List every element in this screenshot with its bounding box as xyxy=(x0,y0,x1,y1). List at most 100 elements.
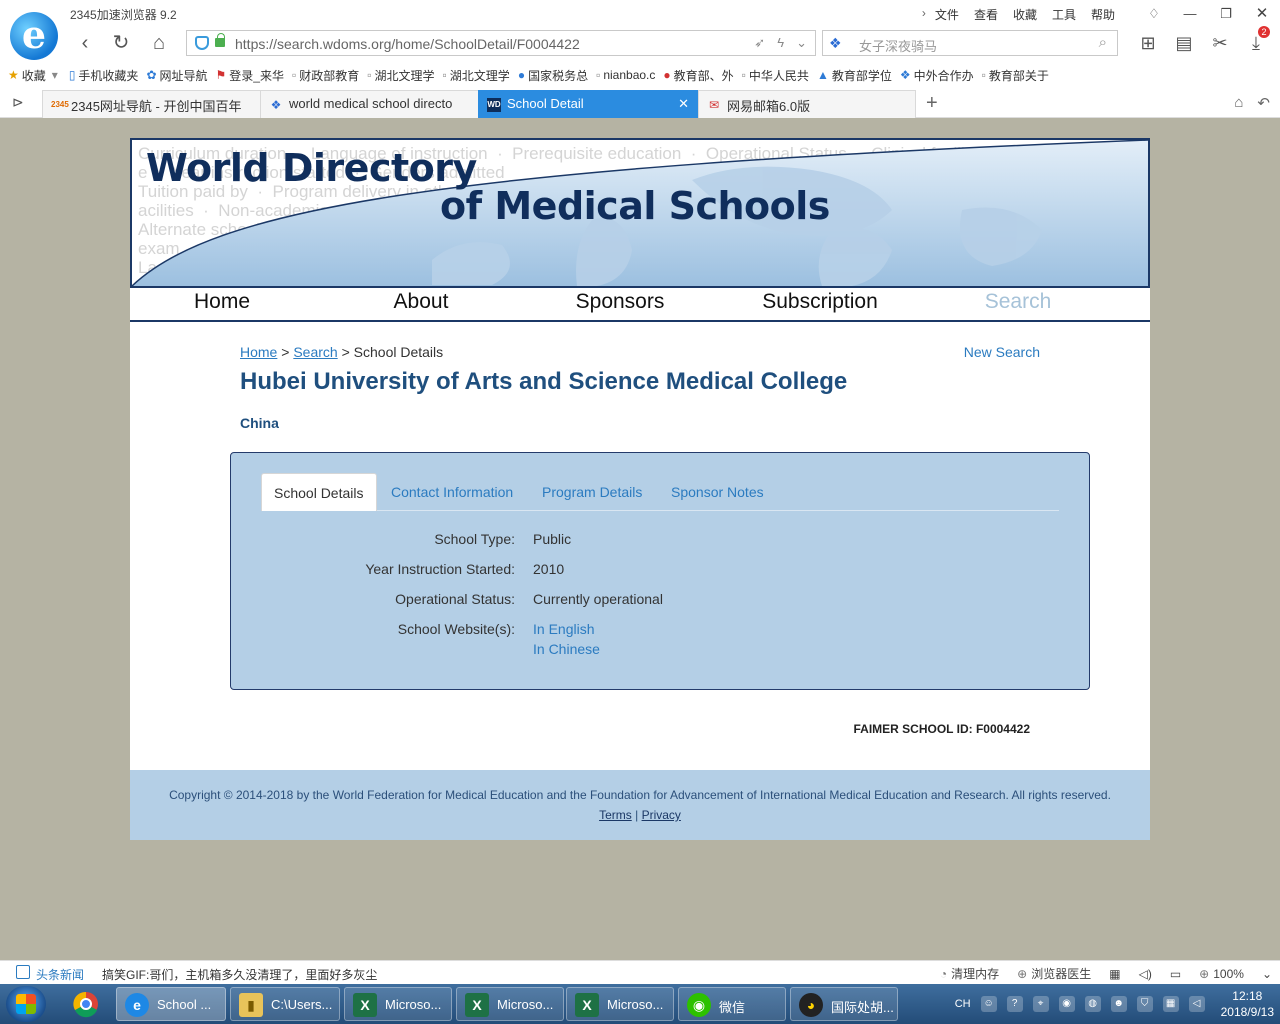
new-search-link[interactable]: New Search xyxy=(964,344,1040,360)
input-language[interactable]: CH xyxy=(955,998,971,1010)
search-box[interactable]: ❖ 女子深夜骑马 ⌕ xyxy=(822,30,1118,56)
news-label[interactable]: 头条新闻 xyxy=(36,966,84,983)
tab-program-details[interactable]: Program Details xyxy=(530,473,654,511)
url-text[interactable]: https://search.wdoms.org/home/SchoolDeta… xyxy=(235,36,580,52)
website-english-link[interactable]: In English xyxy=(533,621,594,637)
bookmark-item[interactable]: ★ 收藏 ▾ xyxy=(8,67,61,84)
taskbar-wechat[interactable]: ◉ 微信 xyxy=(678,987,786,1021)
clock[interactable]: 12:18 2018/9/13 xyxy=(1221,988,1274,1020)
baidu-paw-icon[interactable]: ❖ xyxy=(829,35,842,52)
search-input[interactable]: 女子深夜骑马 xyxy=(859,36,937,55)
antivirus-icon[interactable]: ◍ xyxy=(1084,996,1101,1012)
sidebar-toggle-icon[interactable]: ⊳ xyxy=(12,94,24,111)
refresh-icon[interactable]: ↻ xyxy=(106,28,136,58)
chevron-right-icon[interactable]: › xyxy=(922,6,926,23)
undo-icon[interactable]: ↶ xyxy=(1257,94,1270,112)
lightning-icon[interactable]: ϟ xyxy=(777,35,784,51)
minimize-button[interactable]: — xyxy=(1172,0,1208,28)
volume-icon[interactable]: ◁) xyxy=(1139,967,1152,981)
bookmark-item[interactable]: ● 教育部、外 xyxy=(663,67,733,84)
bookmark-item[interactable]: ▲ 教育部学位 xyxy=(817,67,892,84)
tab-contact-information[interactable]: Contact Information xyxy=(379,473,525,511)
breadcrumb-home[interactable]: Home xyxy=(240,344,277,360)
taskbar-qq[interactable]: ◕ 国际处胡... xyxy=(790,987,898,1021)
bookmark-item[interactable]: ▫ 教育部关于 xyxy=(982,67,1049,84)
clean-memory-button[interactable]: ◔ 清理内存 xyxy=(940,965,999,982)
news-headline[interactable]: 搞笑GIF:哥们，主机箱多久没清理了，里面好多灰尘 xyxy=(102,966,377,983)
reader-icon[interactable]: ▤ xyxy=(1166,28,1202,58)
nav-sponsors[interactable]: Sponsors xyxy=(520,290,720,314)
bookmark-item[interactable]: ▯ 手机收藏夹 xyxy=(69,67,139,84)
bookmark-item[interactable]: ▫ 湖北文理学 xyxy=(367,67,434,84)
taskbar-browser[interactable]: e School ... xyxy=(116,987,226,1021)
bookmark-item[interactable]: ▫ 财政部教育 xyxy=(292,67,359,84)
apps-grid-icon[interactable]: ⊞ xyxy=(1130,28,1166,58)
menu-help[interactable]: 帮助 xyxy=(1091,6,1115,23)
bookmark-item[interactable]: ▫ 湖北文理学 xyxy=(443,67,510,84)
tab-netease-mail[interactable]: ✉ 网易邮箱6.0版 xyxy=(698,90,916,118)
home-icon[interactable]: ⌂ xyxy=(144,28,174,58)
back-icon[interactable]: ‹ xyxy=(70,28,100,58)
restore-button[interactable]: ❐ xyxy=(1208,0,1244,28)
skin-icon[interactable]: ♢ xyxy=(1136,0,1172,28)
wechat-tray-icon[interactable]: ◉ xyxy=(1058,996,1075,1012)
tab-2345[interactable]: 2345 2345网址导航 - 开创中国百年 xyxy=(42,90,262,118)
browser-doctor-button[interactable]: ⊕ 浏览器医生 xyxy=(1017,965,1091,982)
pin-icon[interactable]: ⌖ xyxy=(1032,996,1049,1012)
volume-tray-icon[interactable]: ◁ xyxy=(1188,996,1205,1012)
close-tab-icon[interactable]: ✕ xyxy=(678,96,689,112)
bookmark-item[interactable]: ▫ nianbao.c xyxy=(596,68,655,82)
menu-tools[interactable]: 工具 xyxy=(1052,6,1076,23)
bookmark-item[interactable]: ● 国家税务总 xyxy=(518,67,588,84)
nav-icon: ✿ xyxy=(146,68,157,82)
tab-bar-right: ⌂ ↶ xyxy=(1234,94,1270,112)
bookmark-item[interactable]: ⚑ 登录_来华 xyxy=(216,67,284,84)
zoom-control[interactable]: ⊕ 100% xyxy=(1199,967,1244,981)
search-icon[interactable]: ⌕ xyxy=(1099,34,1107,51)
bookmark-item[interactable]: ✿ 网址导航 xyxy=(146,67,207,84)
chevron-down-icon[interactable]: ⌄ xyxy=(796,35,807,51)
network-icon[interactable]: ▦ xyxy=(1162,996,1179,1012)
screenshot-icon[interactable]: ▦ xyxy=(1109,967,1120,981)
scissors-icon[interactable]: ✂ xyxy=(1202,28,1238,58)
new-tab-icon[interactable]: + xyxy=(926,92,938,115)
taskbar-explorer[interactable]: ▮ C:\Users... xyxy=(230,987,340,1021)
website-chinese-link[interactable]: In Chinese xyxy=(533,641,600,657)
people-icon[interactable]: ☻ xyxy=(1110,996,1127,1012)
tab-world-medical[interactable]: ❖ world medical school directo xyxy=(260,90,480,118)
nav-subscription[interactable]: Subscription xyxy=(720,290,920,314)
help-icon[interactable]: ? xyxy=(1006,996,1023,1012)
menu-view[interactable]: 查看 xyxy=(974,6,998,23)
download-icon[interactable]: ⤓ 2 xyxy=(1238,26,1274,58)
wd-favicon-icon: WD xyxy=(487,98,501,112)
chrome-taskbar-icon[interactable] xyxy=(66,987,106,1021)
taskbar-excel-1[interactable]: X Microso... xyxy=(344,987,452,1021)
nav-about[interactable]: About xyxy=(321,290,521,314)
tab-school-details[interactable]: School Details xyxy=(261,473,377,511)
nav-home[interactable]: Home xyxy=(122,290,322,314)
rocket-icon[interactable]: ➶ xyxy=(754,35,765,51)
start-button[interactable] xyxy=(6,986,46,1022)
footer-links: Terms | Privacy xyxy=(599,808,681,822)
tab-school-detail[interactable]: WD School Detail ✕ xyxy=(478,90,698,118)
bookmark-item[interactable]: ❖ 中外合作办 xyxy=(900,67,974,84)
terms-link[interactable]: Terms xyxy=(599,808,632,822)
window-icon[interactable]: ▭ xyxy=(1170,967,1181,981)
nav-search[interactable]: Search xyxy=(918,290,1118,314)
chevron-down-icon[interactable]: ⌄ xyxy=(1262,967,1272,981)
shield-tray-icon[interactable]: ⛉ xyxy=(1136,996,1153,1012)
menu-favorites[interactable]: 收藏 xyxy=(1013,6,1037,23)
site-banner[interactable]: Curriculum duration · Language of instru… xyxy=(130,138,1150,288)
menu-file[interactable]: 文件 xyxy=(935,6,959,23)
paw-icon: ❖ xyxy=(899,68,911,82)
user-icon[interactable]: ☺ xyxy=(980,996,997,1012)
address-bar[interactable]: https://search.wdoms.org/home/SchoolDeta… xyxy=(186,30,816,56)
taskbar-excel-3[interactable]: X Microso... xyxy=(566,987,674,1021)
bookmark-item[interactable]: ▫ 中华人民共 xyxy=(742,67,809,84)
tab-sponsor-notes[interactable]: Sponsor Notes xyxy=(659,473,776,511)
breadcrumb-search[interactable]: Search xyxy=(293,344,337,360)
close-button[interactable]: ✕ xyxy=(1244,0,1280,28)
briefcase-icon[interactable]: ⌂ xyxy=(1234,94,1243,112)
taskbar-excel-2[interactable]: X Microso... xyxy=(456,987,564,1021)
privacy-link[interactable]: Privacy xyxy=(642,808,681,822)
